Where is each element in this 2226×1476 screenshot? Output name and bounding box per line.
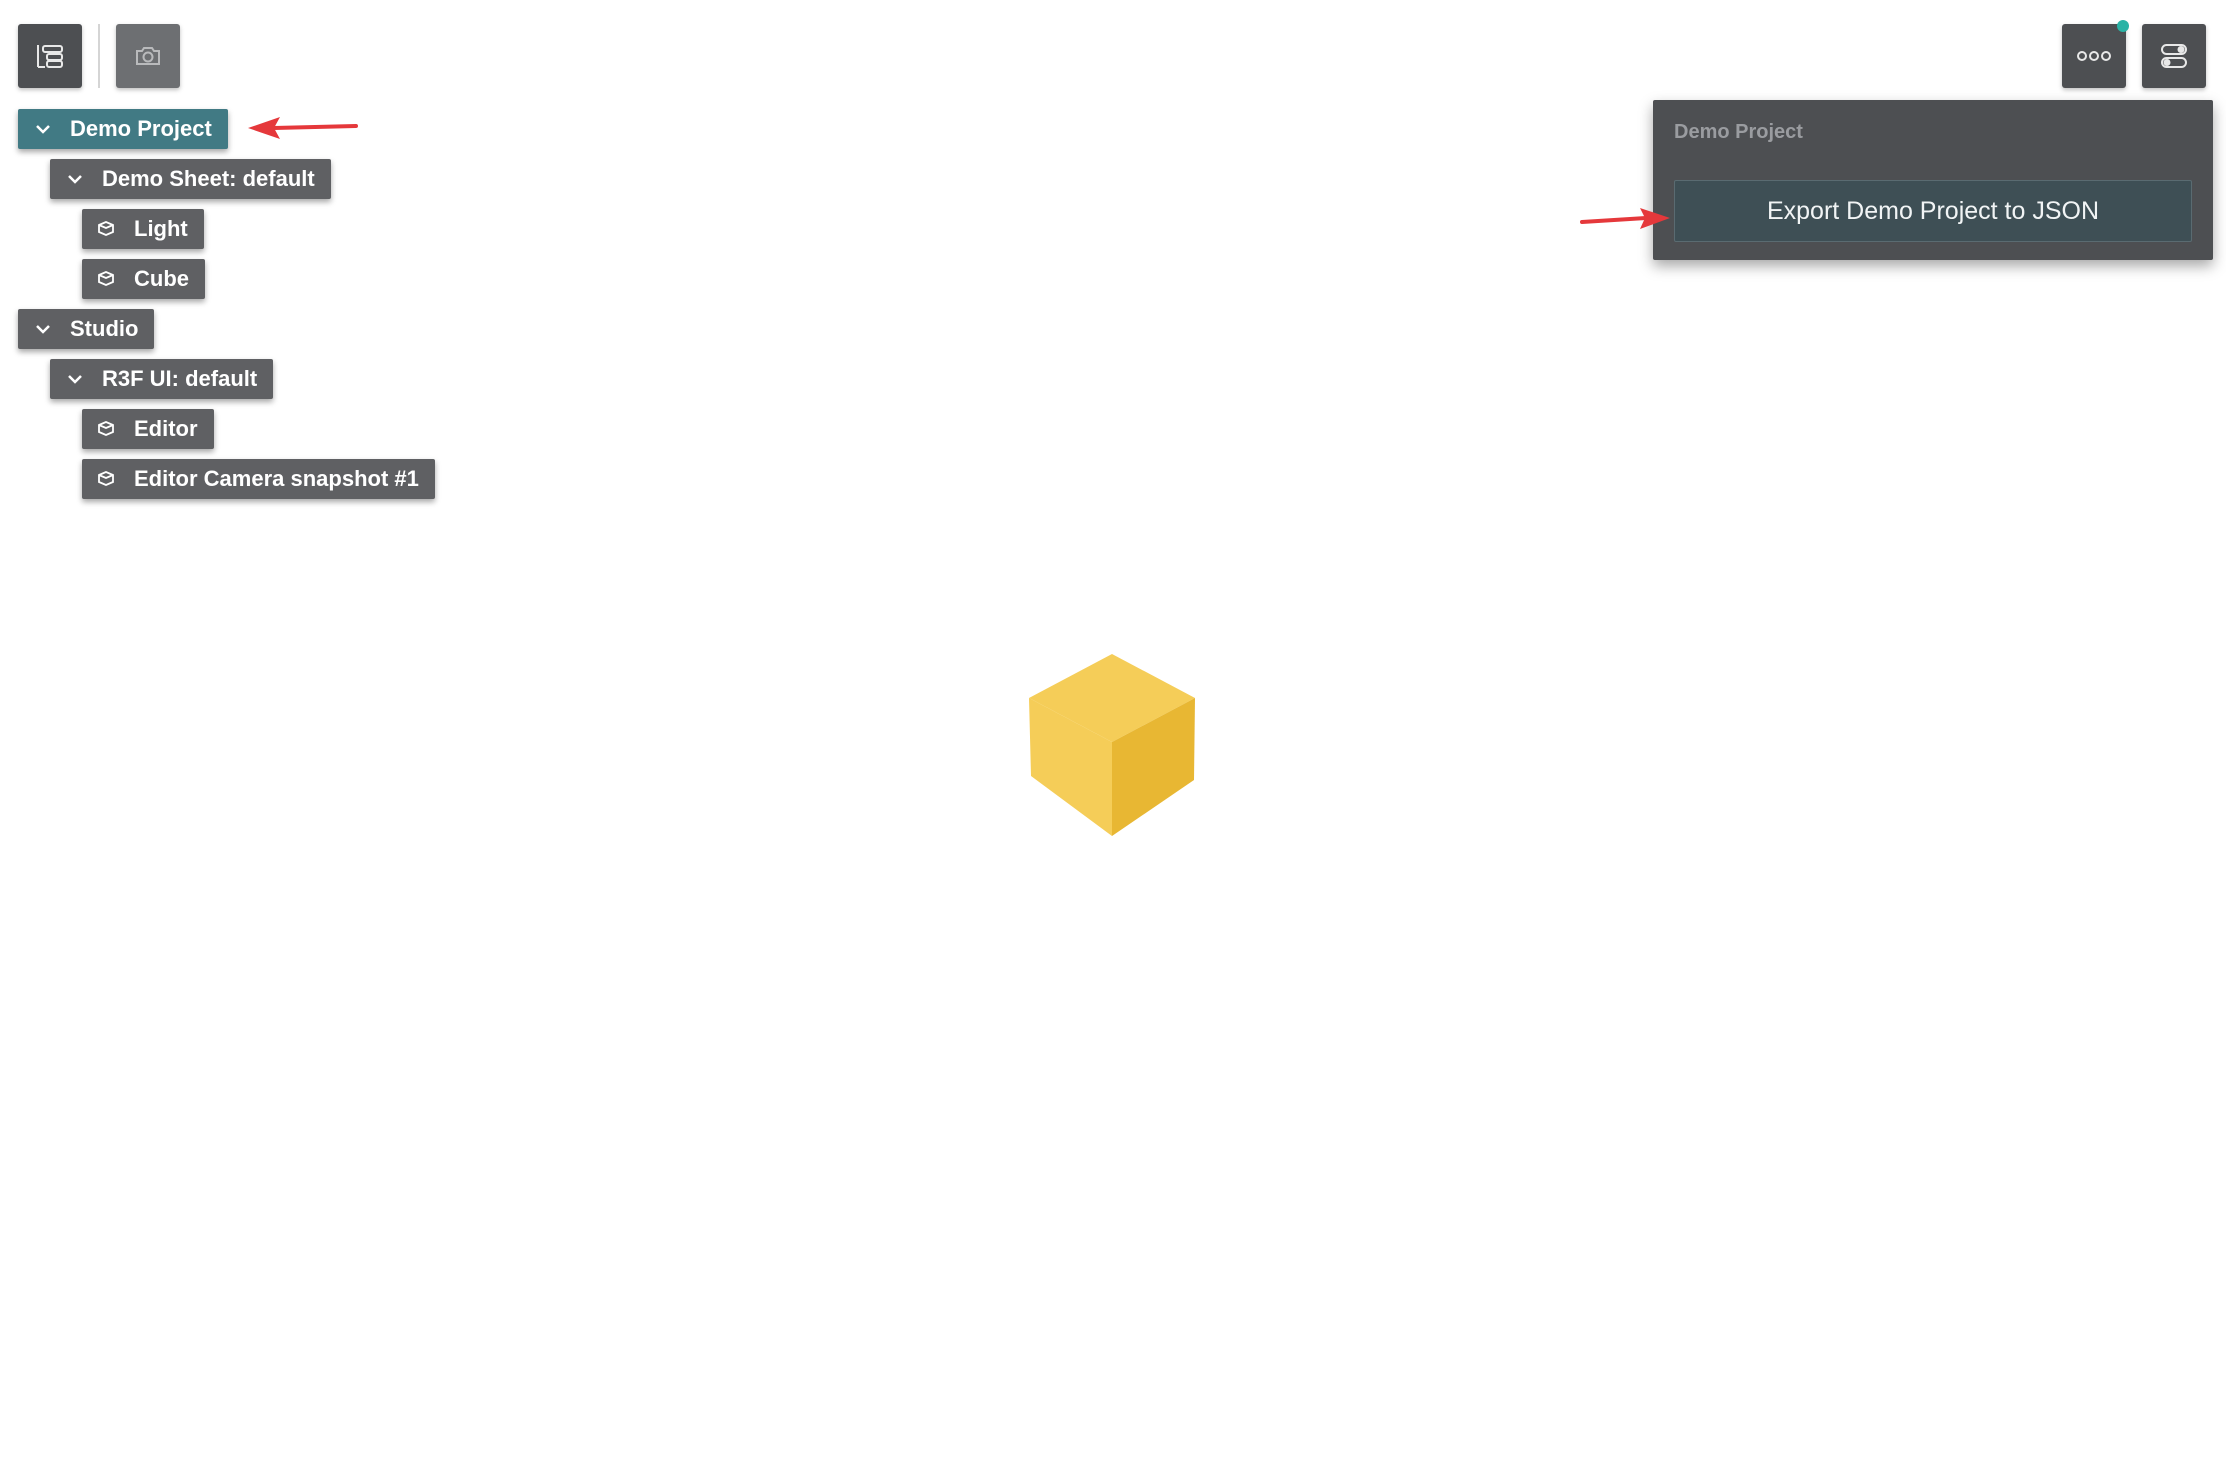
chevron-down-icon[interactable] (64, 168, 86, 190)
outline-toggle-button[interactable] (18, 24, 82, 88)
outline-item-demo-sheet[interactable]: Demo Sheet: default (50, 159, 331, 199)
chevron-down-icon[interactable] (64, 368, 86, 390)
chevron-down-icon[interactable] (32, 318, 54, 340)
object-icon (96, 469, 116, 489)
more-options-button[interactable] (2062, 24, 2126, 88)
outline-item-r3f-sheet[interactable]: R3F UI: default (50, 359, 274, 399)
more-options-icon (2077, 50, 2111, 62)
viewport: Demo Project Demo Sheet: default Light C… (0, 0, 2226, 1476)
object-icon (96, 419, 116, 439)
export-json-button[interactable]: Export Demo Project to JSON (1674, 180, 2192, 242)
outline-item-editor-camera-snapshot[interactable]: Editor Camera snapshot #1 (82, 459, 435, 499)
outline-item-label: Demo Project (70, 116, 212, 141)
annotation-arrow-right (1580, 208, 1670, 229)
annotation-arrow-left (248, 117, 358, 139)
details-panel: Demo Project Export Demo Project to JSON (1653, 100, 2213, 260)
outline-item-label: Demo Sheet: default (102, 166, 315, 191)
camera-snapshot-button[interactable] (116, 24, 180, 88)
outline-item-studio[interactable]: Studio (18, 309, 155, 349)
object-icon (96, 219, 116, 239)
outline-item-editor[interactable]: Editor (82, 409, 214, 449)
outline-item-label: R3F UI: default (102, 366, 258, 391)
toolbar-divider (98, 24, 100, 88)
outline-item-label: Editor Camera snapshot #1 (134, 466, 419, 491)
panel-title: Demo Project (1674, 121, 1803, 143)
outline-item-label: Editor (134, 416, 198, 441)
yellow-cube (1029, 654, 1195, 836)
outline-item-label: Light (134, 216, 188, 241)
outline-tree-icon (35, 43, 65, 69)
outline-item-light[interactable]: Light (82, 209, 204, 249)
camera-icon (134, 45, 162, 67)
outline-item-label: Studio (70, 316, 139, 341)
notification-dot (2117, 20, 2129, 32)
outline-item-cube[interactable]: Cube (82, 259, 205, 299)
details-panel-icon (2160, 43, 2188, 69)
outline-item-label: Cube (134, 266, 189, 291)
chevron-down-icon[interactable] (32, 118, 54, 140)
outline-item-demo-project[interactable]: Demo Project (18, 109, 228, 149)
object-icon (96, 269, 116, 289)
details-panel-button[interactable] (2142, 24, 2206, 88)
